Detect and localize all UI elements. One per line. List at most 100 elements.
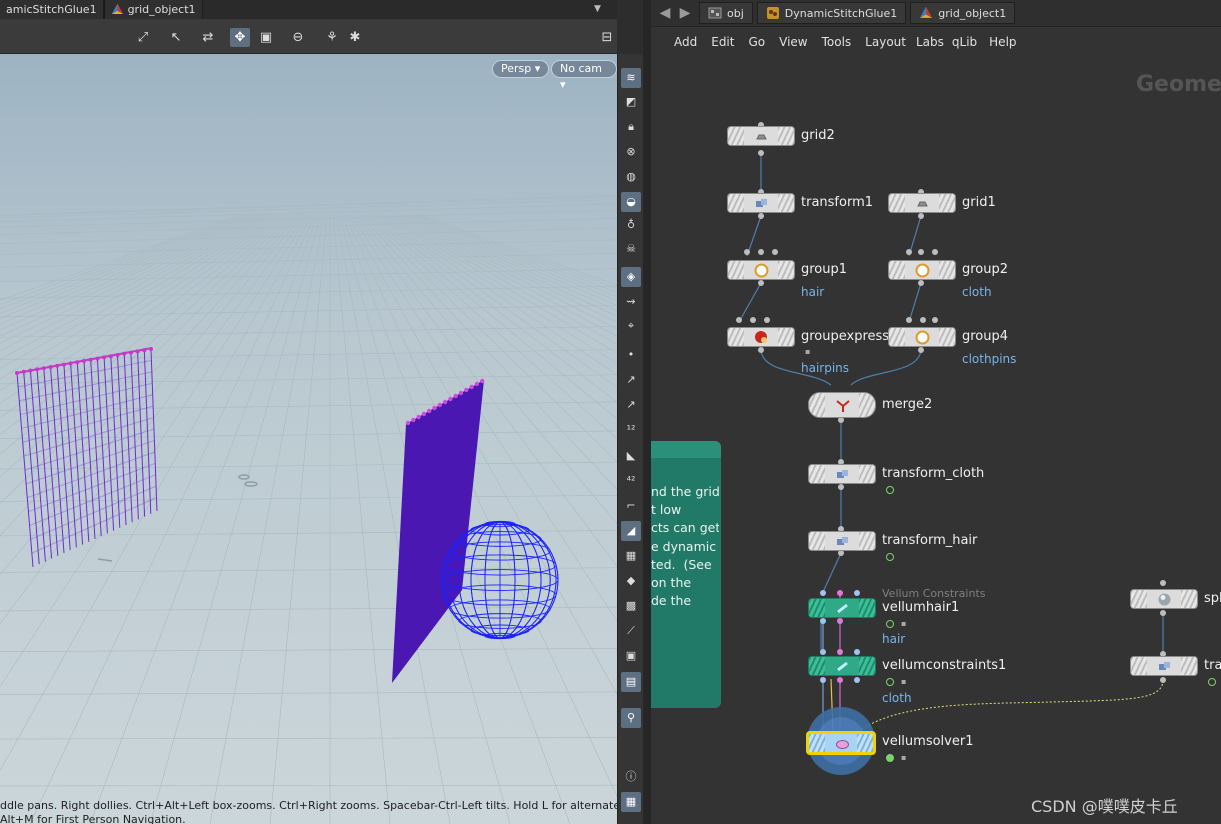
bulb-icon[interactable]: ♁ (621, 215, 641, 235)
groupexpression-node-icon (755, 331, 767, 343)
cam-select-menu[interactable]: No cam ▾ (551, 60, 617, 91)
point-normal-icon[interactable]: ↗ (621, 370, 641, 390)
group-node-icon (915, 263, 930, 278)
node-grid1[interactable] (888, 193, 956, 213)
uv-icon[interactable]: ▦ (621, 546, 641, 566)
houdini-window: amicStitchGlue1 grid_object1 ▼ ⊣ ◎ ▣ ◉ □… (0, 0, 1221, 824)
node-vellumhair1[interactable] (808, 598, 876, 618)
bypass-flag-icon[interactable] (886, 678, 894, 686)
grid-node-icon (917, 201, 928, 207)
node-label: group2 (962, 262, 1009, 277)
background-icon[interactable]: ✱ (345, 28, 365, 47)
node-group2[interactable] (888, 260, 956, 280)
camera-menu[interactable]: Persp ▾ (492, 60, 550, 78)
bypass-flag-icon[interactable] (1208, 678, 1216, 686)
geometry-object-icon (111, 3, 123, 14)
node-group-label: hair (882, 632, 906, 646)
edge-icon[interactable]: ⟋ (621, 621, 641, 641)
path-crumb-label: grid_object1 (127, 2, 196, 16)
scene-viewer-pane: amicStitchGlue1 grid_object1 ▼ ⊣ ◎ ▣ ◉ □… (0, 0, 617, 824)
node-groupexpression[interactable] (727, 327, 795, 347)
point-numbers-icon[interactable]: ¹² (621, 420, 641, 440)
template-icon[interactable]: ◩ (621, 92, 641, 112)
node-group-label: hairpins (801, 361, 850, 375)
node-vellumconstraints1[interactable] (808, 656, 876, 676)
bypass-flag-icon[interactable] (886, 620, 894, 628)
vector-icon[interactable]: ⇝ (621, 292, 641, 312)
vertex-icon[interactable]: ◆ (621, 571, 641, 591)
node-label: grid1 (962, 195, 996, 210)
lock-flag-icon[interactable]: ▪ (901, 754, 908, 762)
viewport-side-header (617, 0, 643, 54)
node-group-label: hair (801, 285, 825, 299)
path-crumb-network[interactable]: amicStitchGlue1 (0, 0, 104, 19)
lock-flag-icon[interactable]: ▪ (805, 348, 812, 356)
normals-icon[interactable]: ◈ (621, 267, 641, 287)
transform-node-icon (837, 470, 848, 478)
layout-icon[interactable]: ▦ (621, 792, 641, 812)
group-node-icon (754, 263, 769, 278)
headlight-icon[interactable]: ◒ (621, 192, 641, 212)
wireframe-icon[interactable]: ▣ (621, 646, 641, 666)
viewport-settings-icon[interactable]: ⊟ (597, 28, 617, 47)
node-group-label: cloth (882, 691, 912, 705)
viewport-status-text: ddle pans. Right dollies. Ctrl+Alt+Left … (0, 800, 617, 824)
node-group1[interactable] (727, 260, 795, 280)
node-label: grid2 (801, 128, 835, 143)
node-transform-sphere[interactable] (1130, 656, 1198, 676)
point-display-icon[interactable]: • (621, 345, 641, 365)
node-grid2[interactable] (727, 126, 795, 146)
no-entry-icon[interactable]: ⊖ (288, 28, 308, 47)
location-pin-icon[interactable]: ⚲ (621, 708, 641, 728)
info-icon[interactable]: ⓘ (621, 767, 641, 787)
prim-display-icon[interactable]: ◣ (621, 446, 641, 466)
node-label: tra (1204, 658, 1221, 673)
light-off-icon[interactable]: ⊗ (621, 142, 641, 162)
node-transform-hair[interactable] (808, 531, 876, 551)
prim-normal-icon[interactable]: ⌐ (621, 496, 641, 516)
point-marker-icon[interactable]: ↗ (621, 395, 641, 415)
lock-flag-icon[interactable]: ▪ (901, 620, 908, 628)
viewport-path-bar: amicStitchGlue1 grid_object1 ▼ ⊣ ◎ ▣ ◉ □ (0, 0, 617, 19)
ghost-icon[interactable]: ≋ (621, 68, 641, 88)
skull-icon[interactable]: ☠ (621, 239, 641, 259)
prim-hull-icon[interactable]: ◢ (621, 521, 641, 541)
pane-splitter[interactable] (643, 0, 651, 824)
node-transform1[interactable] (727, 193, 795, 213)
path-crumb-object[interactable]: grid_object1 (103, 0, 203, 19)
shading-icon[interactable]: ◍ (621, 167, 641, 187)
bypass-flag-icon[interactable] (886, 553, 894, 561)
image-icon[interactable]: ▤ (621, 672, 641, 692)
path-dropdown-icon[interactable]: ▼ (591, 2, 605, 16)
bypass-flag-icon[interactable] (886, 486, 894, 494)
texture-icon[interactable]: ▩ (621, 596, 641, 616)
lock-flag-icon[interactable]: ▪ (901, 678, 908, 686)
node-label: vellumconstraints1 (882, 658, 1007, 673)
orient-icon[interactable]: ⌖ (621, 316, 641, 336)
viewport-3d-canvas[interactable] (0, 54, 617, 824)
node-category-label: Vellum Constraints (882, 587, 986, 600)
node-label: transform_hair (882, 533, 978, 548)
vellum-constraint-icon (837, 661, 848, 672)
snap-icon[interactable]: ✥ (230, 28, 250, 47)
view-tool-icon[interactable]: ⤢ (133, 28, 153, 47)
node-merge2[interactable] (808, 392, 876, 418)
display-flag-icon[interactable] (886, 754, 894, 762)
prim-numbers-icon[interactable]: ⁴² (621, 471, 641, 491)
handle-tool-icon[interactable]: ⇄ (198, 28, 218, 47)
path-crumb-label: amicStitchGlue1 (6, 2, 97, 16)
lock-icon[interactable]: 🔒︎ (621, 117, 641, 137)
node-sphere[interactable] (1130, 589, 1198, 609)
display-options-icon[interactable]: ⚘ (322, 28, 342, 47)
grid-node-icon (756, 134, 767, 140)
node-vellumsolver1[interactable] (806, 731, 876, 755)
network-editor-pane: ◀ ▶ obj DynamicStitchGlue1 grid_object1 … (651, 0, 1221, 824)
select-tool-icon[interactable]: ↖ (166, 28, 186, 47)
node-group4[interactable] (888, 327, 956, 347)
node-wires (736, 122, 1166, 775)
path-bar-filler: ▼ ⊣ ◎ ▣ ◉ □ (202, 0, 617, 19)
node-transform-cloth[interactable] (808, 464, 876, 484)
vellum-solver-icon (836, 740, 849, 749)
group-node-icon (915, 330, 930, 345)
camera-safe-icon[interactable]: ▣ (256, 28, 276, 47)
